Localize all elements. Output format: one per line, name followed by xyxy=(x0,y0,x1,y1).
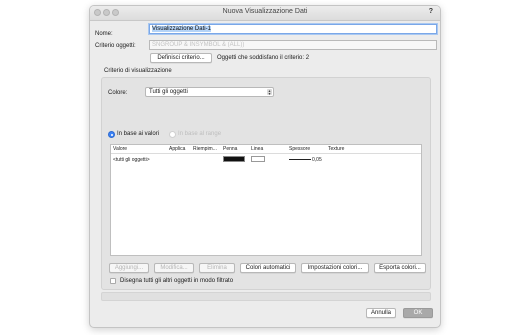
name-label: Nome: xyxy=(95,31,113,37)
help-icon[interactable]: ? xyxy=(429,8,433,15)
color-settings-button[interactable]: Impostazioni colori... xyxy=(301,263,369,273)
name-field[interactable]: Visualizzazione Dati-1 xyxy=(149,24,437,34)
status-bar xyxy=(101,292,431,301)
col-header-line[interactable]: Linea xyxy=(251,146,263,152)
visualization-group: Colore: Tutti gli oggetti ▴ ▾ In base ai … xyxy=(101,77,431,290)
visualization-section-label: Criterio di visualizzazione xyxy=(104,68,172,74)
pen-swatch[interactable] xyxy=(223,156,245,162)
auto-colors-button[interactable]: Colori automatici xyxy=(240,263,296,273)
by-range-radio[interactable] xyxy=(169,131,176,138)
criteria-label: Criterio oggetti: xyxy=(95,43,136,49)
criteria-field[interactable]: SNGROUP & INSYMBOL & (ALL)) xyxy=(149,40,437,50)
by-range-label: In base al range xyxy=(178,131,222,137)
by-values-radio[interactable] xyxy=(108,131,115,138)
add-button[interactable]: Aggiungi... xyxy=(109,263,149,273)
delete-button[interactable]: Elimina xyxy=(199,263,235,273)
col-header-apply[interactable]: Applica xyxy=(169,146,185,152)
row-value-cell: <tutti gli oggetti> xyxy=(113,157,150,163)
color-popup-value: Tutti gli oggetti xyxy=(149,89,188,95)
col-header-thickness[interactable]: Spessore xyxy=(289,146,310,152)
row-thickness-cell: 0,05 xyxy=(312,157,322,163)
thickness-line-icon xyxy=(289,159,311,160)
header-divider xyxy=(111,153,421,154)
name-field-value: Visualizzazione Dati-1 xyxy=(152,26,211,32)
col-header-texture[interactable]: Texture xyxy=(328,146,344,152)
draw-filtered-label: Disegna tutti gli altri oggetti in modo … xyxy=(120,278,234,284)
col-header-pen[interactable]: Penna xyxy=(223,146,237,152)
color-label: Colore: xyxy=(108,90,128,96)
edit-button[interactable]: Modifica... xyxy=(154,263,194,273)
values-table[interactable]: Valore Applica Riempim... Penna Linea Sp… xyxy=(110,144,422,256)
line-swatch[interactable] xyxy=(251,156,265,162)
popup-arrows-icon: ▴ ▾ xyxy=(267,88,272,96)
dialog-window: Nuova Visualizzazione Dati ? Nome: Visua… xyxy=(89,5,441,328)
by-values-label: In base ai valori xyxy=(117,131,160,137)
draw-filtered-checkbox[interactable] xyxy=(110,278,116,284)
window-title: Nuova Visualizzazione Dati xyxy=(222,8,308,15)
cancel-button[interactable]: Annulla xyxy=(366,308,396,318)
ok-button[interactable]: OK xyxy=(403,308,433,318)
define-criteria-button[interactable]: Definisci criterio... xyxy=(150,53,212,63)
col-header-fill[interactable]: Riempim... xyxy=(193,146,217,152)
col-header-value[interactable]: Valore xyxy=(113,146,127,152)
color-popup[interactable]: Tutti gli oggetti ▴ ▾ xyxy=(145,87,274,97)
title-bar: Nuova Visualizzazione Dati ? xyxy=(90,6,440,21)
match-count-text: Oggetti che soddisfano il criterio: 2 xyxy=(217,55,310,61)
export-colors-button[interactable]: Esporta colori... xyxy=(374,263,426,273)
